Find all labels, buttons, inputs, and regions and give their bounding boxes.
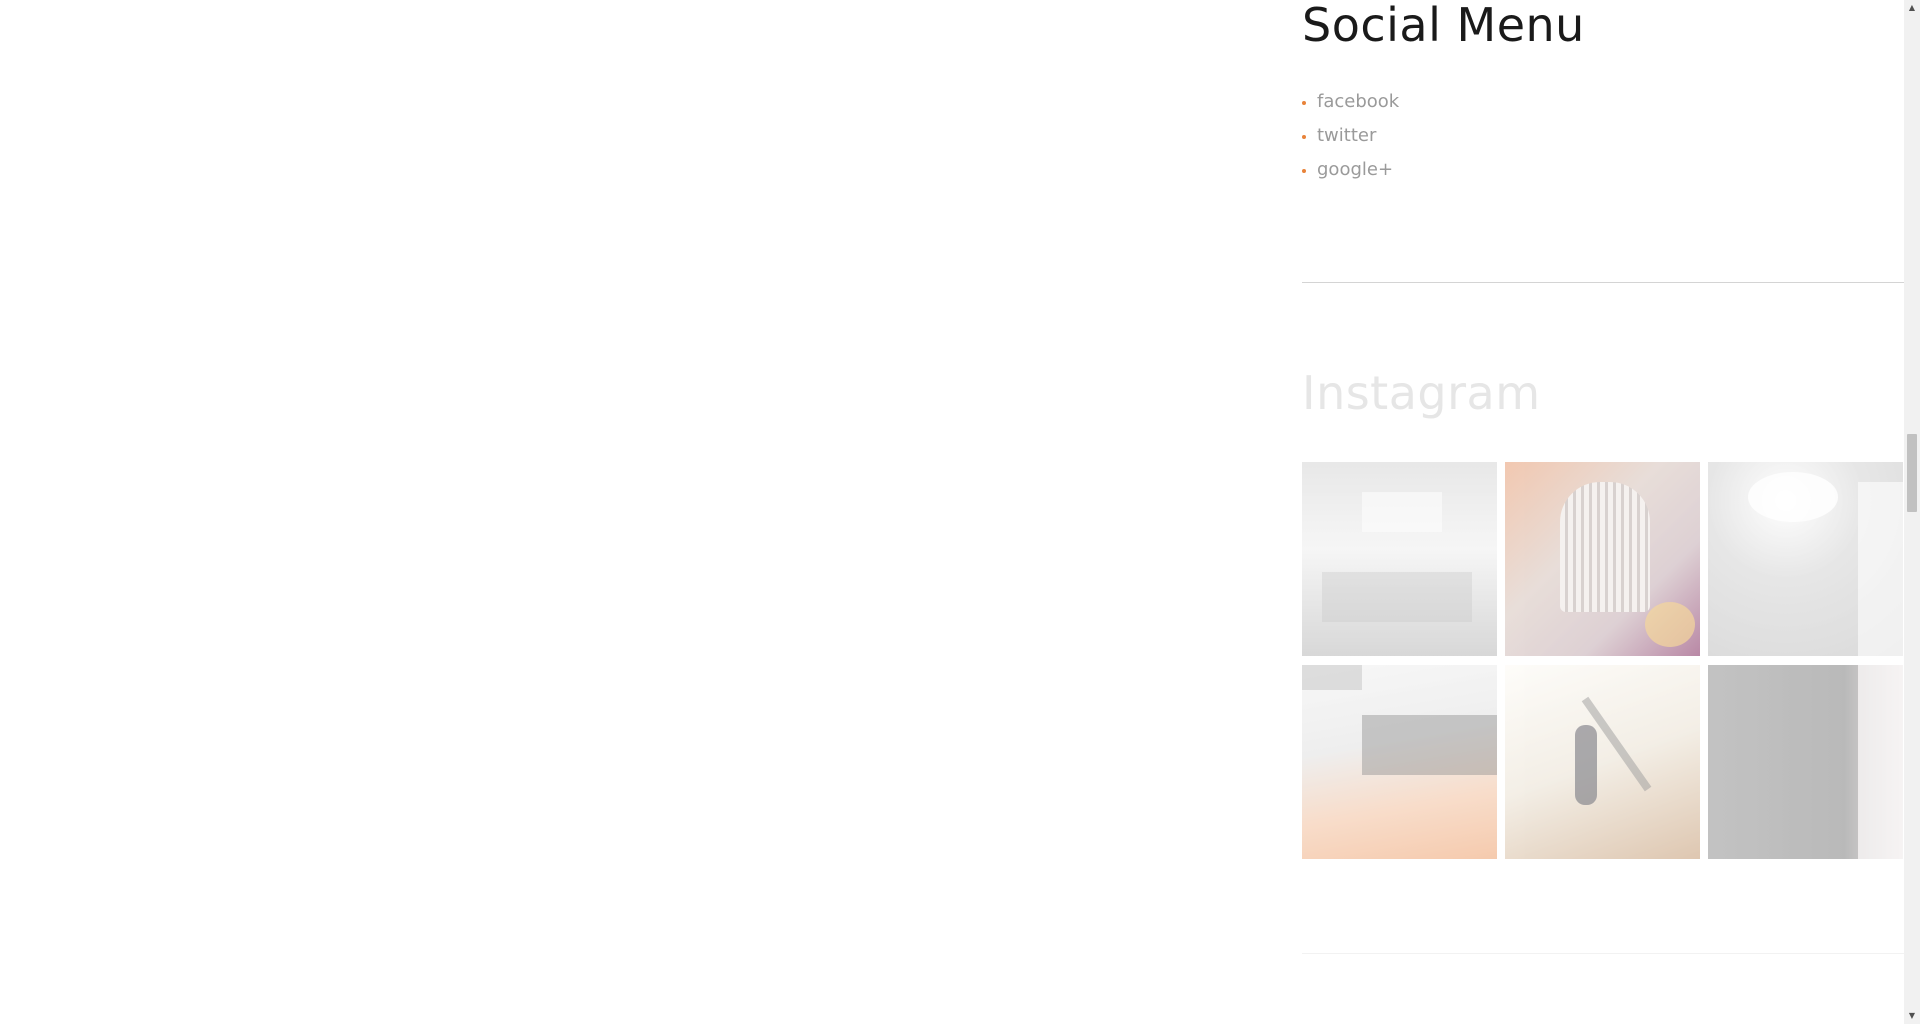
sidebar-widgets: Social Menu facebook twitter google+ Ins…	[1302, 0, 1904, 1024]
instagram-photo-5[interactable]	[1505, 665, 1700, 859]
scroll-down-icon[interactable]: ▼	[1904, 1008, 1920, 1024]
instagram-photo-4[interactable]	[1302, 665, 1497, 859]
google-plus-link[interactable]: google+	[1317, 159, 1393, 180]
social-menu-item-facebook: facebook	[1302, 90, 1399, 124]
widget-divider-bottom	[1302, 953, 1904, 954]
instagram-photo-2[interactable]	[1505, 462, 1700, 656]
social-menu-item-twitter: twitter	[1302, 124, 1399, 158]
scroll-up-icon[interactable]: ▲	[1904, 0, 1920, 16]
instagram-photo-3[interactable]	[1708, 462, 1903, 656]
scrollbar-thumb[interactable]	[1907, 434, 1917, 512]
social-menu-list: facebook twitter google+	[1302, 90, 1399, 192]
page-viewport: Social Menu facebook twitter google+ Ins…	[0, 0, 1920, 1024]
instagram-title: Instagram	[1302, 366, 1541, 420]
social-menu-item-google-plus: google+	[1302, 158, 1399, 192]
instagram-grid	[1302, 462, 1904, 860]
widget-divider	[1302, 282, 1904, 283]
twitter-link[interactable]: twitter	[1317, 125, 1376, 146]
facebook-link[interactable]: facebook	[1317, 91, 1399, 112]
social-menu-title: Social Menu	[1302, 0, 1585, 52]
instagram-photo-1[interactable]	[1302, 462, 1497, 656]
vertical-scrollbar[interactable]: ▲ ▼	[1904, 0, 1920, 1024]
instagram-photo-6[interactable]	[1708, 665, 1903, 859]
